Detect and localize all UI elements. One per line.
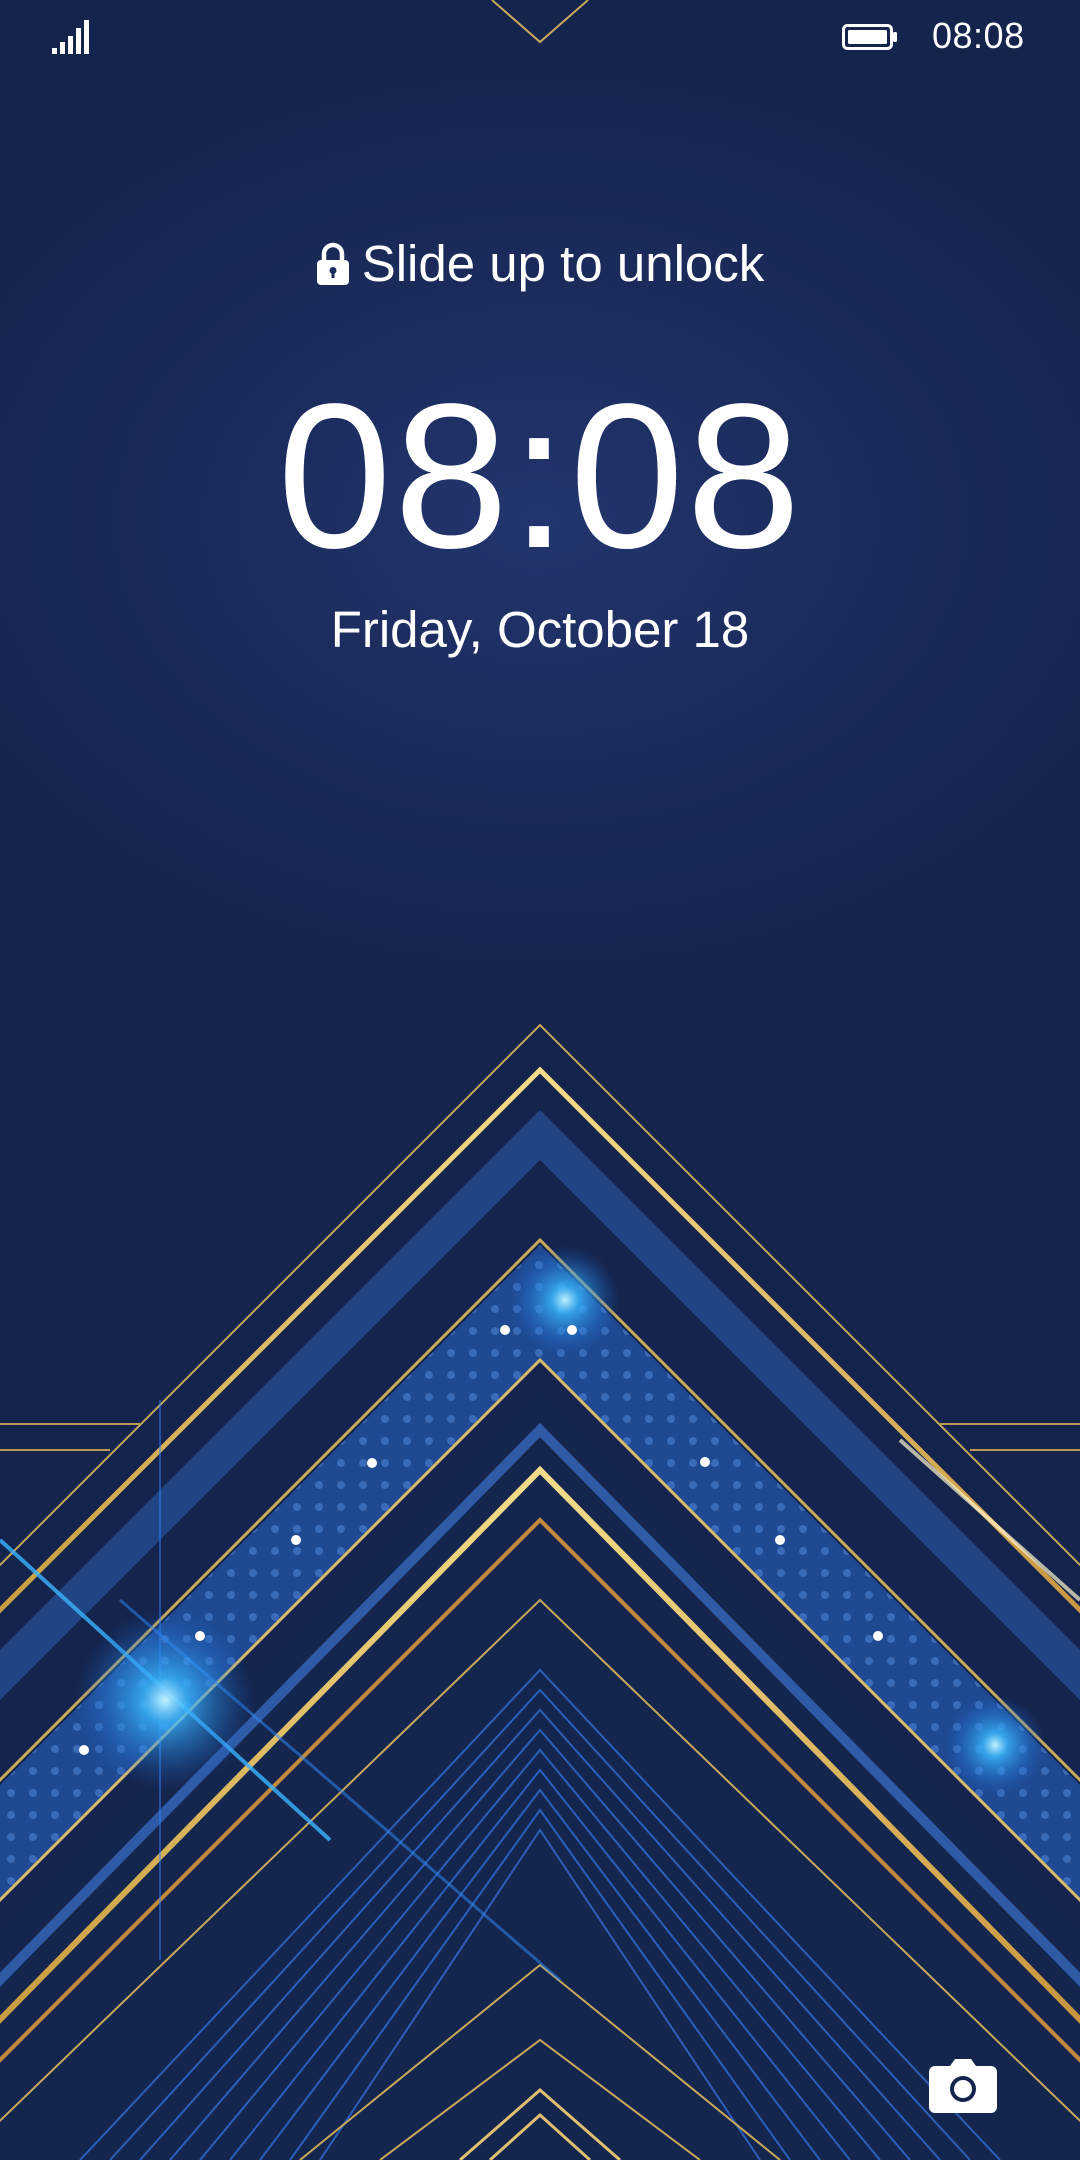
lock-icon (316, 242, 349, 285)
battery-full-icon (842, 24, 897, 50)
status-bar-time: 08:08 (932, 15, 1025, 56)
status-bar: 08:08 (0, 0, 1080, 72)
lock-screen-date: Friday, October 18 (330, 601, 750, 658)
wallpaper (0, 0, 1080, 2160)
signal-bars-icon (52, 20, 89, 54)
chevron-wallpaper-art (0, 0, 1080, 2160)
lock-screen-clock: 08:08 (277, 361, 803, 591)
unlock-hint[interactable]: Slide up to unlock (0, 232, 1080, 296)
camera-icon[interactable] (928, 2058, 998, 2114)
unlock-hint-label: Slide up to unlock (361, 235, 765, 292)
